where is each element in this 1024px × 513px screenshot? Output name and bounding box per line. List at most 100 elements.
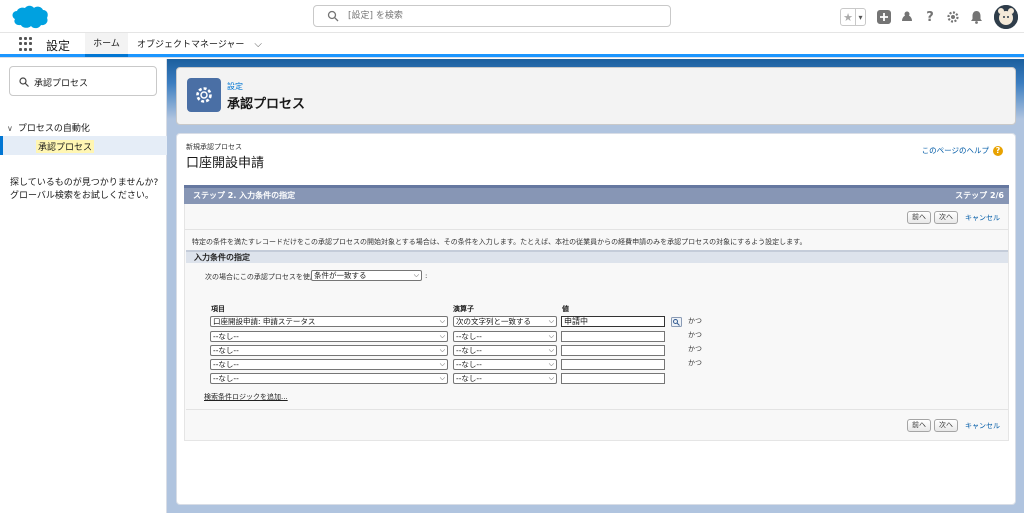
favorites-star-icon[interactable]: ★ [841,9,855,25]
tab-object-manager-label: オブジェクトマネージャー [137,40,245,50]
step-title: ステップ 2. 入力条件の指定 [193,191,296,200]
help-link-label: このページのヘルプ [921,146,989,155]
page-title: 承認プロセス [227,97,306,112]
chevron-down-icon: ⌵ [548,346,554,354]
next-button[interactable]: 次へ [934,419,958,432]
chevron-down-icon: ⌵ [548,360,554,368]
chevron-down-icon: ⌵ [439,317,445,325]
criteria-type-select[interactable]: 条件が一致する ⌵ [311,270,422,281]
tree-item-process-automation[interactable]: ∨ プロセスの自動化 [7,121,90,134]
criteria-use-label: 次の場合にこの承認プロセスを使用: [205,273,320,281]
add-filter-logic-link[interactable]: 検索条件ロジックを追加... [204,392,288,402]
chevron-down-icon: ⌵ [439,346,445,354]
lookup-icon[interactable] [671,317,682,327]
column-header-value: 値 [562,305,569,313]
global-header: ★ ▾ ? [0,0,1024,33]
conjunction-label: かつ [688,331,702,339]
help-icon[interactable]: ? [922,9,938,25]
criteria-type-value: 条件が一致する [314,271,367,280]
divider [185,229,1008,230]
chevron-down-icon: ⌵ [548,332,554,340]
global-search-input[interactable] [348,9,648,23]
quick-find-value: 承認プロセス [34,79,89,89]
divider [186,409,1008,410]
prev-button[interactable]: 前へ [907,211,931,224]
criteria-field-select[interactable]: --なし-- ⌵ [210,331,448,342]
trailhead-icon[interactable] [899,9,915,25]
content-title: 口座開設申請 [186,156,265,171]
not-found-line: 探しているものが見つかりませんか? [10,178,159,188]
criteria-operator-value: --なし-- [456,374,482,383]
tab-object-manager[interactable]: オブジェクトマネージャー ⌵ [137,33,262,57]
criteria-value-input[interactable]: 申請中 [561,316,665,327]
criteria-operator-value: 次の文字列と一致する [456,317,531,326]
criteria-colon: : [425,272,428,280]
criteria-value-input[interactable] [561,331,665,342]
search-icon [19,77,29,87]
conjunction-label: かつ [688,345,702,353]
criteria-field-select[interactable]: --なし-- ⌵ [210,359,448,370]
chevron-down-icon: ⌵ [439,374,445,382]
cancel-link[interactable]: キャンセル [965,421,1000,431]
chevron-down-icon[interactable]: ⌵ [254,33,262,57]
tree-item-approval-process[interactable]: 承認プロセス [0,136,167,155]
criteria-value-input[interactable] [561,359,665,370]
favorites-dropdown-icon[interactable]: ▾ [855,9,865,25]
chevron-down-icon: ⌵ [439,360,445,368]
breadcrumb[interactable]: 設定 [227,81,243,92]
content-eyebrow: 新規承認プロセス [186,143,242,151]
user-avatar[interactable] [994,5,1018,29]
criteria-value-input[interactable] [561,373,665,384]
criteria-field-value: --なし-- [213,360,239,369]
not-found-hint: 探しているものが見つかりませんか? グローバル検索をお試しください。 [10,177,160,203]
help-icon: ? [993,145,1003,156]
tab-home[interactable]: ホーム [85,33,128,57]
salesforce-logo[interactable] [9,4,49,30]
tree-item-label: 承認プロセス [36,140,95,153]
criteria-operator-select[interactable]: --なし-- ⌵ [453,331,557,342]
chevron-down-icon: ⌵ [413,271,419,279]
app-launcher-icon[interactable] [19,37,33,51]
criteria-operator-select[interactable]: --なし-- ⌵ [453,359,557,370]
quick-find-input[interactable]: 承認プロセス [9,66,157,96]
criteria-operator-value: --なし-- [456,346,482,355]
notifications-bell-icon[interactable] [968,9,984,25]
tree-item-label: プロセスの自動化 [17,124,90,134]
prev-button[interactable]: 前へ [907,419,931,432]
section-header: 入力条件の指定 [186,250,1008,263]
setup-sidebar: 承認プロセス ∨ プロセスの自動化 承認プロセス 探しているものが見つかりませんか… [0,59,167,513]
header-utility-icons: ★ ▾ ? [840,4,1018,30]
page-header: 設定 承認プロセス [176,67,1016,125]
setup-gear-icon[interactable] [945,9,961,25]
global-actions-plus-icon[interactable] [876,9,892,25]
criteria-operator-value: --なし-- [456,332,482,341]
criteria-field-value: --なし-- [213,332,239,341]
criteria-field-select[interactable]: --なし-- ⌵ [210,345,448,356]
chevron-down-icon[interactable]: ∨ [7,124,13,133]
criteria-value-input[interactable] [561,345,665,356]
cancel-link[interactable]: キャンセル [965,213,1000,223]
criteria-field-select[interactable]: --なし-- ⌵ [210,373,448,384]
criteria-operator-select[interactable]: --なし-- ⌵ [453,345,557,356]
app-name: 設定 [46,39,71,53]
not-found-line: グローバル検索をお試しください。 [10,191,154,201]
criteria-operator-select[interactable]: 次の文字列と一致する ⌵ [453,316,557,327]
help-link[interactable]: このページのヘルプ? [922,145,1003,156]
step-indicator: ステップ 2/6 [955,191,1004,200]
global-search[interactable] [313,5,671,27]
criteria-field-select[interactable]: 口座開設申請: 申請ステータス ⌵ [210,316,448,327]
favorites-group[interactable]: ★ ▾ [840,8,866,26]
conjunction-label: かつ [688,359,702,367]
criteria-operator-value: --なし-- [456,360,482,369]
chevron-down-icon: ⌵ [548,374,554,382]
criteria-field-value: --なし-- [213,346,239,355]
criteria-operator-select[interactable]: --なし-- ⌵ [453,373,557,384]
top-button-row: 前へ 次へ キャンセル [907,211,1000,224]
tab-home-label: ホーム [93,39,120,49]
step-description: 特定の条件を満たすレコードだけをこの承認プロセスの開始対象とする場合は、その条件… [192,238,807,246]
column-header-field: 項目 [211,305,225,313]
criteria-field-value: 口座開設申請: 申請ステータス [213,317,316,326]
conjunction-label: かつ [688,317,702,325]
next-button[interactable]: 次へ [934,211,958,224]
chevron-down-icon: ⌵ [439,332,445,340]
